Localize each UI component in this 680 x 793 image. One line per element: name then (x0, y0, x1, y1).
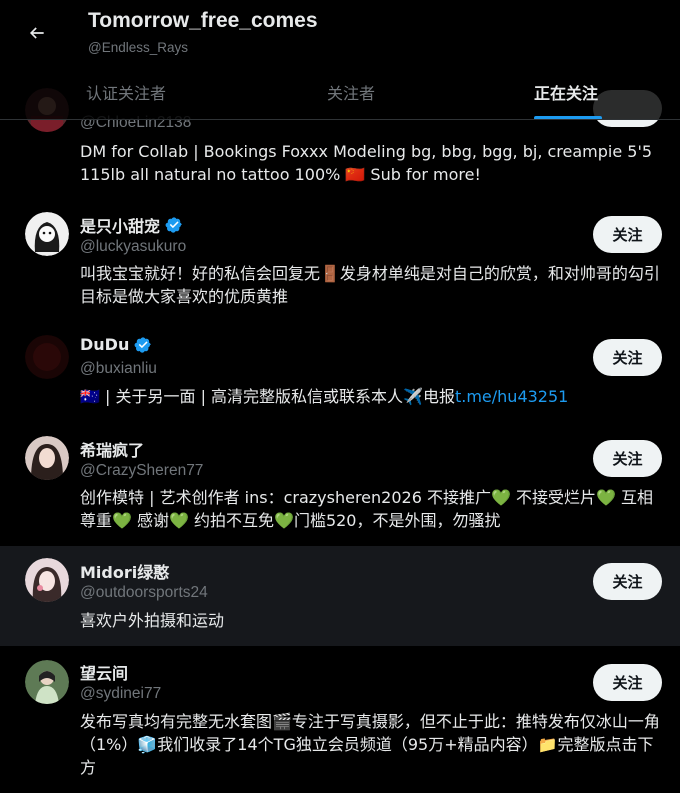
tab-following[interactable]: 正在关注 (534, 80, 598, 104)
user-bio: 发布写真均有完整无水套图🎬专注于写真摄影，但不止于此：推特发布仅冰山一角（1%）… (80, 712, 660, 777)
avatar[interactable] (25, 436, 69, 480)
user-row[interactable]: 希瑞疯了 @CrazySheren77 关注 创作模特 | 艺术创作者 ins：… (0, 424, 680, 546)
user-handle[interactable]: @sydinei77 (80, 685, 161, 703)
user-bio: 创作模特 | 艺术创作者 ins：crazysheren2026 不接推广💚 不… (80, 488, 653, 530)
user-name[interactable]: 是只小甜宠 (80, 213, 160, 237)
back-button[interactable] (22, 18, 52, 48)
user-row[interactable]: DuDu @buxianliu 关注 🇦🇺 | 关于另一面 | 高清完整版私信或… (0, 322, 680, 424)
user-row[interactable]: 是只小甜宠 @luckyasukuro 关注 叫我宝宝就好！好的私信会回复无🚪发… (0, 200, 680, 322)
user-name[interactable]: DuDu (80, 335, 129, 354)
user-row[interactable]: Midori绿憨 @outdoorsports24 关注 喜欢户外拍摄和运动 (0, 546, 680, 646)
header-divider (0, 119, 680, 120)
bio-text: 🇦🇺 | 关于另一面 | 高清完整版私信或联系本人✈️电报 (80, 387, 455, 406)
follow-button[interactable]: 关注 (593, 664, 662, 701)
follow-button[interactable]: 关注 (593, 563, 662, 600)
user-bio: DM for Collab | Bookings Foxxx Modeling … (80, 142, 653, 184)
user-name[interactable]: 希瑞疯了 (80, 437, 144, 461)
avatar[interactable] (25, 212, 69, 256)
user-row[interactable]: 望云间 @sydinei77 关注 发布写真均有完整无水套图🎬专注于写真摄影，但… (0, 646, 680, 793)
user-bio: 叫我宝宝就好！好的私信会回复无🚪发身材单纯是对自己的欣赏，和对帅哥的勾引 目标是… (80, 264, 660, 306)
profile-header: Tomorrow_free_comes @Endless_Rays 认证关注者 … (0, 0, 680, 120)
user-bio: 🇦🇺 | 关于另一面 | 高清完整版私信或联系本人✈️电报t.me/hu4325… (80, 385, 660, 408)
follow-button[interactable]: 关注 (593, 440, 662, 477)
name-line: 望云间 (80, 660, 128, 684)
avatar[interactable] (25, 558, 69, 602)
verified-badge-icon (134, 336, 152, 353)
verified-badge-icon (165, 217, 182, 233)
user-handle[interactable]: @buxianliu (80, 360, 157, 378)
user-handle[interactable]: @outdoorsports24 (80, 584, 208, 602)
follow-button[interactable]: 关注 (593, 216, 662, 253)
tab-verified-followers[interactable]: 认证关注者 (86, 80, 166, 104)
name-line: DuDu (80, 335, 152, 354)
name-line: 希瑞疯了 (80, 437, 144, 461)
follow-button[interactable]: 关注 (593, 339, 662, 376)
arrow-left-icon (29, 27, 44, 39)
avatar[interactable] (25, 660, 69, 704)
page-title: Tomorrow_free_comes (88, 9, 318, 32)
user-name[interactable]: Midori绿憨 (80, 559, 169, 583)
name-line: Midori绿憨 (80, 559, 169, 583)
page-subtitle: @Endless_Rays (88, 40, 188, 55)
telegram-link[interactable]: t.me/hu43251 (455, 387, 568, 406)
user-bio: 喜欢户外拍摄和运动 (80, 611, 225, 630)
tab-followers[interactable]: 关注者 (327, 80, 375, 104)
name-line: 是只小甜宠 (80, 213, 183, 237)
avatar[interactable] (25, 335, 69, 379)
user-name[interactable]: 望云间 (80, 660, 128, 684)
user-handle[interactable]: @CrazySheren77 (80, 462, 203, 480)
user-handle[interactable]: @luckyasukuro (80, 238, 186, 256)
